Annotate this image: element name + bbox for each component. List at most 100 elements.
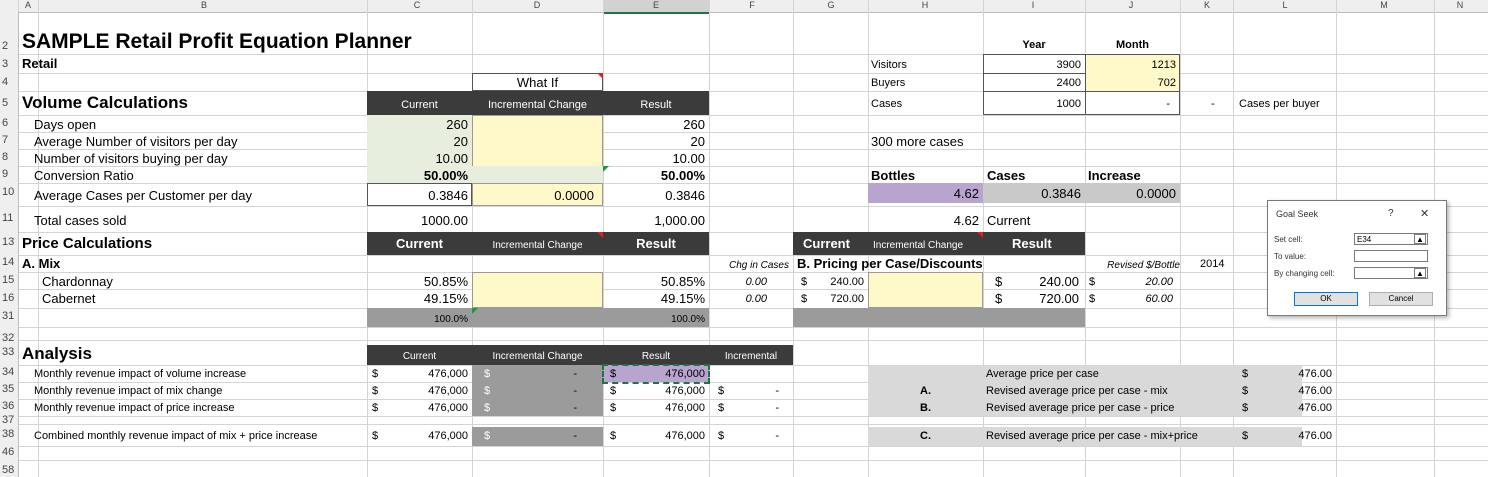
- col-e[interactable]: E: [653, 0, 659, 10]
- cell-value[interactable]: 10.00: [367, 151, 468, 166]
- cell-value[interactable]: 49.15%: [367, 291, 468, 306]
- col-b[interactable]: B: [201, 0, 207, 10]
- row-number[interactable]: 31: [2, 310, 14, 322]
- col-a[interactable]: A: [25, 0, 31, 10]
- row-number[interactable]: 35: [2, 383, 14, 395]
- error-indicator[interactable]: [472, 308, 478, 314]
- help-button[interactable]: ?: [1388, 208, 1394, 219]
- cell-value[interactable]: -: [472, 401, 577, 416]
- collapse-ref-icon[interactable]: ▲: [1414, 234, 1426, 244]
- cell-value[interactable]: 240.00: [983, 274, 1079, 289]
- close-icon[interactable]: ✕: [1420, 207, 1429, 220]
- row-number[interactable]: 36: [2, 400, 14, 412]
- cell-value[interactable]: 476,000: [603, 401, 705, 416]
- cell-value[interactable]: -: [472, 367, 577, 382]
- cell-value[interactable]: -: [1085, 97, 1170, 112]
- cell-value[interactable]: 476.00: [1233, 384, 1332, 399]
- mix-incr-input[interactable]: [472, 272, 603, 308]
- comment-indicator[interactable]: [977, 232, 983, 238]
- cell-value[interactable]: 2400: [983, 76, 1081, 91]
- cell-value[interactable]: -: [1211, 97, 1215, 112]
- bottles-current-value[interactable]: 4.62: [868, 213, 979, 228]
- row-number[interactable]: 14: [2, 256, 14, 268]
- cell-value[interactable]: 0.00: [709, 292, 767, 307]
- cell-value[interactable]: 476,000: [603, 384, 705, 399]
- row-number[interactable]: 6: [2, 117, 8, 129]
- cell-value[interactable]: 20: [603, 134, 705, 149]
- comment-indicator[interactable]: [597, 232, 603, 238]
- col-l[interactable]: L: [1282, 0, 1287, 10]
- col-c[interactable]: C: [414, 0, 421, 10]
- row-number[interactable]: 15: [2, 274, 14, 286]
- cell-value[interactable]: 476,000: [603, 429, 705, 444]
- col-h[interactable]: H: [922, 0, 929, 10]
- cell-value[interactable]: 260: [367, 117, 468, 132]
- row-number[interactable]: 33: [2, 346, 14, 358]
- ok-button[interactable]: OK: [1294, 292, 1358, 306]
- cell-value[interactable]: 476.00: [1233, 401, 1332, 416]
- cell-value[interactable]: 0.3846: [367, 188, 468, 203]
- row-number[interactable]: 9: [2, 168, 8, 180]
- row-number[interactable]: 8: [2, 151, 8, 163]
- cell-value[interactable]: -: [472, 429, 577, 444]
- cell-value[interactable]: -: [709, 384, 779, 399]
- col-f[interactable]: F: [749, 0, 755, 10]
- cell-value[interactable]: 720.00: [793, 292, 864, 307]
- cell-value[interactable]: 50.85%: [367, 274, 468, 289]
- row-number[interactable]: 2: [2, 40, 8, 52]
- col-n[interactable]: N: [1457, 0, 1464, 10]
- cell-value[interactable]: 20: [367, 134, 468, 149]
- mix-total-current[interactable]: 100.0%: [367, 312, 468, 327]
- row-number[interactable]: 38: [2, 428, 14, 440]
- row-number[interactable]: 5: [2, 97, 8, 109]
- row-number[interactable]: 46: [2, 446, 14, 458]
- cell-value[interactable]: 20.00: [1085, 275, 1173, 290]
- spreadsheet-grid[interactable]: A B C D E F G H I J K L M N 2 3 4 5 6 7 …: [0, 0, 1488, 477]
- total-cases-result[interactable]: 1,000.00: [603, 213, 705, 228]
- cell-value[interactable]: -: [709, 401, 779, 416]
- comment-indicator[interactable]: [597, 73, 603, 79]
- cell-value[interactable]: 0.00: [709, 275, 767, 290]
- cell-value[interactable]: 476,000: [367, 401, 468, 416]
- row-header-bar[interactable]: 2 3 4 5 6 7 8 9 10 11 13 14 15 16 31 32 …: [0, 12, 19, 477]
- cell-value[interactable]: 1000: [983, 97, 1081, 112]
- row-number[interactable]: 4: [2, 76, 8, 88]
- row-number[interactable]: 3: [2, 58, 8, 70]
- row-number[interactable]: 13: [2, 236, 14, 248]
- cell-value[interactable]: 240.00: [793, 275, 864, 290]
- cell-value[interactable]: 3900: [983, 58, 1081, 73]
- cell-value[interactable]: 476.00: [1233, 429, 1332, 444]
- cell-value[interactable]: 260: [603, 117, 705, 132]
- cell-value[interactable]: 476,000: [603, 367, 705, 382]
- cell-value[interactable]: 476,000: [367, 367, 468, 382]
- cell-value[interactable]: 49.15%: [603, 291, 705, 306]
- row-number[interactable]: 58: [2, 464, 14, 476]
- row-number[interactable]: 10: [2, 186, 14, 198]
- cell-value[interactable]: 720.00: [983, 291, 1079, 306]
- goal-seek-dialog[interactable]: Goal Seek ? ✕ Set cell: E34 ▲ To value: …: [1267, 200, 1447, 316]
- col-m[interactable]: M: [1380, 0, 1388, 10]
- cell-value[interactable]: 702: [1085, 76, 1176, 91]
- cell-value[interactable]: 60.00: [1085, 292, 1173, 307]
- cell-value[interactable]: 0.3846: [603, 188, 705, 203]
- cell-value[interactable]: -: [472, 384, 577, 399]
- col-i[interactable]: I: [1032, 0, 1035, 10]
- cancel-button[interactable]: Cancel: [1369, 292, 1433, 306]
- cell-value[interactable]: 476,000: [367, 429, 468, 444]
- cell-value[interactable]: 1213: [1085, 58, 1176, 73]
- row-number[interactable]: 11: [2, 212, 13, 224]
- mix-total-result[interactable]: 100.0%: [603, 312, 705, 327]
- row-number[interactable]: 32: [2, 332, 14, 344]
- col-k[interactable]: K: [1204, 0, 1210, 10]
- cell-value[interactable]: 50.00%: [603, 168, 705, 183]
- cell-value[interactable]: 476,000: [367, 384, 468, 399]
- collapse-ref-icon[interactable]: ▲: [1414, 268, 1426, 278]
- column-header-bar[interactable]: A B C D E F G H I J K L M N: [0, 0, 1488, 14]
- total-cases-current[interactable]: 1000.00: [367, 213, 468, 228]
- cell-value[interactable]: 50.85%: [603, 274, 705, 289]
- row-number[interactable]: 34: [2, 366, 14, 378]
- cell-value[interactable]: 10.00: [603, 151, 705, 166]
- col-j[interactable]: J: [1129, 0, 1134, 10]
- row-number[interactable]: 16: [2, 292, 14, 304]
- to-value-input[interactable]: [1354, 250, 1428, 262]
